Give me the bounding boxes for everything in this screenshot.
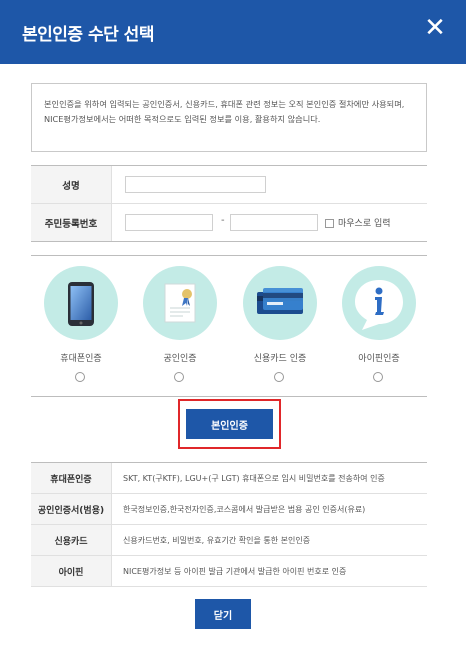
credit-card-icon — [243, 266, 317, 340]
privacy-notice: 본인인증을 위하여 입력되는 공인인증서, 신용카드, 휴대폰 관련 정보는 오… — [31, 83, 427, 152]
name-label: 성명 — [31, 166, 112, 203]
description-text: 신용카드번호, 비밀번호, 유효기간 확인을 통한 본인인증 — [123, 535, 311, 545]
description-label: 공인인증서(범용) — [31, 494, 112, 524]
close-icon[interactable]: ✕ — [422, 15, 448, 41]
close-button[interactable]: 닫기 — [195, 599, 251, 629]
dialog-title: 본인인증 수단 선택 — [22, 25, 154, 45]
info-bubble-icon — [342, 266, 416, 340]
certificate-icon — [143, 266, 217, 340]
description-row: 신용카드 신용카드번호, 비밀번호, 유효기간 확인을 통한 본인인증 — [31, 525, 427, 556]
method-phone[interactable]: 휴대폰인증 — [44, 266, 122, 391]
method-credit-card-label: 신용카드 인증 — [253, 354, 307, 364]
phone-icon — [44, 266, 118, 340]
auth-button-highlight: 본인인증 — [178, 399, 281, 449]
method-phone-radio[interactable] — [75, 372, 85, 382]
rrn-front-input[interactable] — [125, 214, 213, 231]
method-certificate-radio[interactable] — [174, 372, 184, 382]
rrn-row: 주민등록번호 - 마우스로 입력 — [31, 204, 427, 241]
method-certificate[interactable]: 공인인증 — [143, 266, 221, 391]
method-certificate-label: 공인인증 — [163, 354, 197, 364]
auth-button[interactable]: 본인인증 — [186, 409, 273, 439]
description-text: SKT, KT(구KTF), LGU+(구 LGT) 휴대폰으로 임시 비밀번호… — [123, 473, 385, 483]
description-row: 아이핀 NICE평가정보 등 아이핀 발급 기관에서 발급한 아이핀 번호로 인… — [31, 556, 427, 587]
method-ipin[interactable]: 아이핀인증 — [342, 266, 420, 391]
description-row: 휴대폰인증 SKT, KT(구KTF), LGU+(구 LGT) 휴대폰으로 임… — [31, 463, 427, 494]
description-label: 아이핀 — [31, 556, 112, 586]
rrn-back-input[interactable] — [230, 214, 318, 231]
description-label: 휴대폰인증 — [31, 463, 112, 493]
privacy-notice-text: 본인인증을 위하여 입력되는 공인인증서, 신용카드, 휴대폰 관련 정보는 오… — [44, 99, 405, 124]
description-label: 신용카드 — [31, 525, 112, 555]
mouse-input-label: 마우스로 입력 — [338, 219, 391, 229]
dialog-header: 본인인증 수단 선택 ✕ — [0, 0, 466, 64]
method-credit-card-radio[interactable] — [274, 372, 284, 382]
method-phone-label: 휴대폰인증 — [60, 354, 102, 364]
method-ipin-label: 아이핀인증 — [358, 354, 400, 364]
name-row: 성명 — [31, 166, 427, 204]
description-row: 공인인증서(범용) 한국정보인증,한국전자인증,코스콤에서 발급받은 범용 공인… — [31, 494, 427, 525]
method-ipin-radio[interactable] — [373, 372, 383, 382]
rrn-separator: - — [221, 215, 225, 226]
description-text: 한국정보인증,한국전자인증,코스콤에서 발급받은 범용 공인 인증서(유료) — [123, 504, 366, 514]
identity-form: 성명 주민등록번호 - 마우스로 입력 — [31, 165, 427, 242]
method-description-table: 휴대폰인증 SKT, KT(구KTF), LGU+(구 LGT) 휴대폰으로 임… — [31, 462, 427, 587]
name-input[interactable] — [125, 176, 266, 193]
method-credit-card[interactable]: 신용카드 인증 — [243, 266, 321, 391]
auth-method-list: 휴대폰인증 공인인증 신용카드 인증 아이핀인증 — [31, 255, 427, 397]
description-text: NICE평가정보 등 아이핀 발급 기관에서 발급한 아이핀 번호로 인증 — [123, 566, 347, 576]
mouse-input-checkbox[interactable] — [325, 219, 334, 228]
rrn-label: 주민등록번호 — [31, 204, 112, 241]
